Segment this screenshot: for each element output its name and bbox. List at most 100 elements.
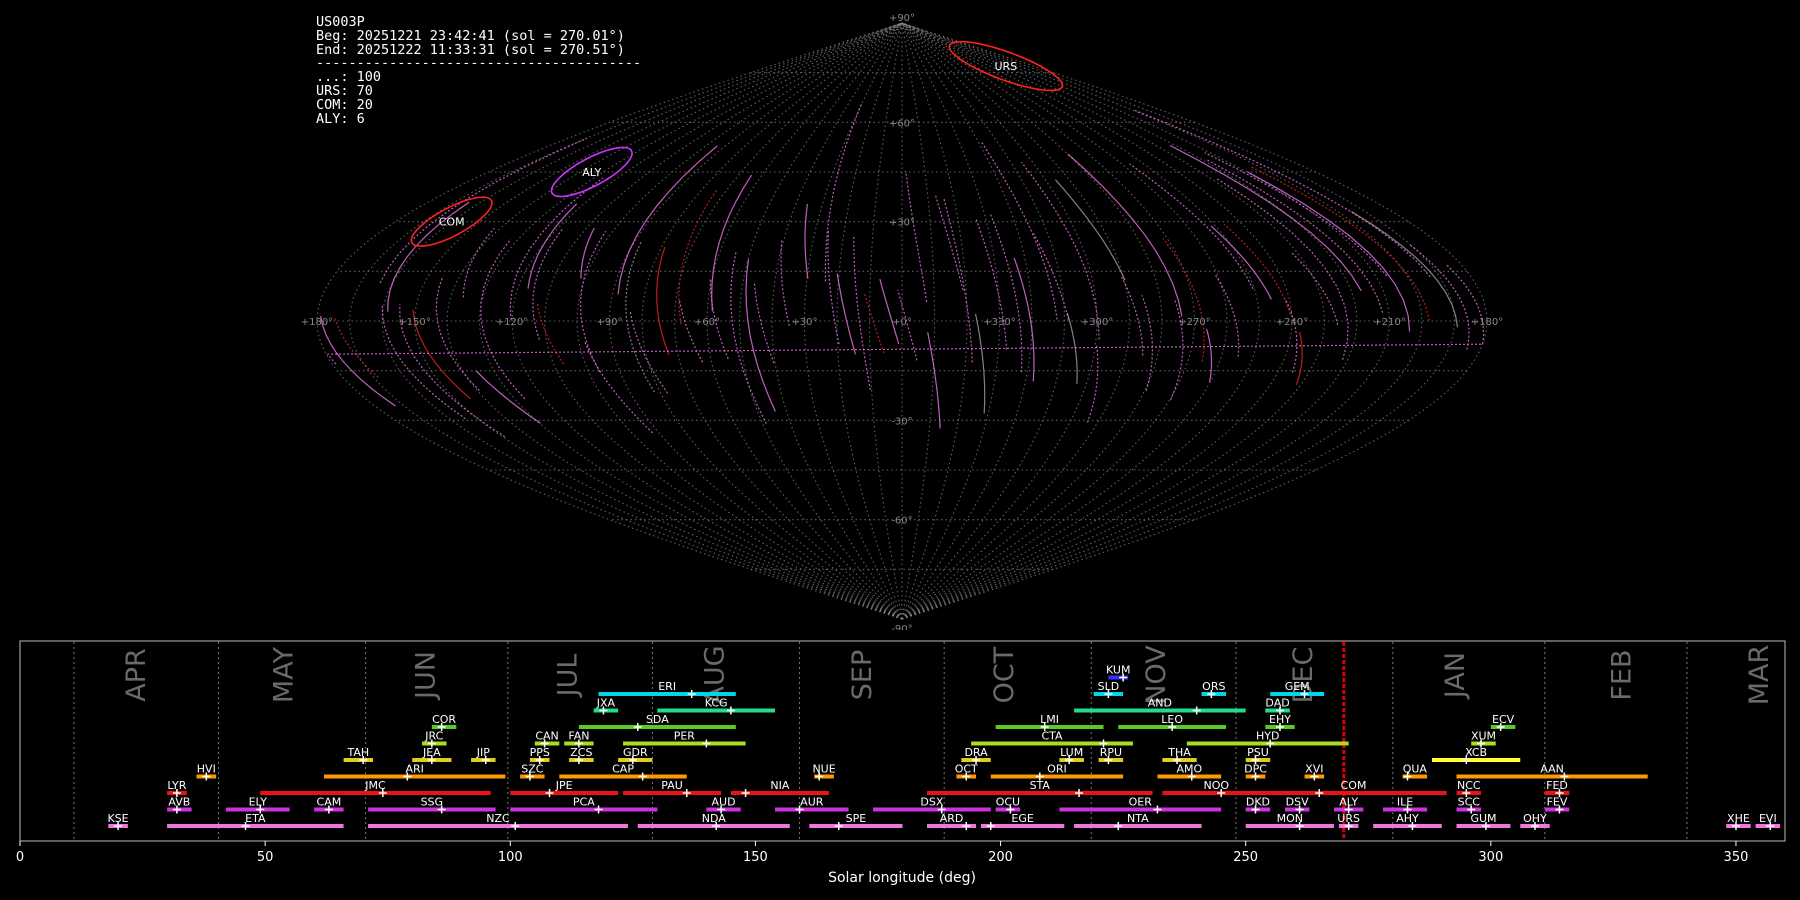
shower-label-ssg: SSG bbox=[421, 796, 444, 809]
meteor-trail bbox=[1021, 161, 1100, 340]
shower-label-jxa: JXA bbox=[596, 697, 616, 710]
meteor-trail bbox=[836, 273, 856, 355]
latitude-label: -30° bbox=[891, 416, 912, 427]
shower-label-evi: EVI bbox=[1759, 812, 1777, 825]
shower-label-nia: NIA bbox=[770, 779, 789, 792]
shower-label-jrc: JRC bbox=[424, 730, 443, 743]
meteor-trail bbox=[629, 312, 669, 394]
latitude-label: +90° bbox=[889, 13, 915, 24]
meteor-trail bbox=[1132, 109, 1431, 278]
shower-label-dsx: DSX bbox=[920, 796, 943, 809]
shower-label-dsv: DSV bbox=[1286, 796, 1309, 809]
longitude-label: +150° bbox=[398, 317, 430, 328]
shower-label-cta: CTA bbox=[1041, 730, 1063, 743]
meteor-trail bbox=[625, 240, 655, 393]
longitude-label: +180° bbox=[301, 317, 333, 328]
x-tick-label: 200 bbox=[988, 850, 1013, 865]
shower-label-dra: DRA bbox=[964, 746, 988, 759]
shower-label-sda: SDA bbox=[646, 713, 669, 726]
shower-label-ege: EGE bbox=[1011, 812, 1033, 825]
meteor-trail bbox=[1210, 225, 1272, 300]
meteor-trail bbox=[1129, 163, 1254, 290]
shower-label-kcg: KCG bbox=[705, 697, 728, 710]
shower-label-aud: AUD bbox=[712, 796, 736, 809]
shower-label-ocu: OCU bbox=[996, 796, 1020, 809]
x-tick-label: 0 bbox=[16, 850, 24, 865]
shower-label-sld: SLD bbox=[1098, 680, 1120, 693]
radiant-label-aly: ALY bbox=[582, 166, 601, 179]
shower-label-ncc: NCC bbox=[1457, 779, 1481, 792]
shower-label-dkd: DKD bbox=[1246, 796, 1270, 809]
shower-label-cap: CAP bbox=[612, 763, 634, 776]
month-label-oct: OCT bbox=[989, 646, 1020, 703]
shower-label-jmc: JMC bbox=[364, 779, 386, 792]
shower-label-kse: KSE bbox=[107, 812, 128, 825]
shower-label-nda: NDA bbox=[702, 812, 727, 825]
observation-summary: US003P Beg: 20251221 23:42:41 (sol = 270… bbox=[316, 15, 641, 127]
shower-label-avb: AVB bbox=[168, 796, 190, 809]
meteor-trail bbox=[678, 300, 704, 363]
shower-label-pau: PAU bbox=[661, 779, 683, 792]
month-label-apr: APR bbox=[121, 648, 152, 702]
shower-label-tah: TAH bbox=[346, 746, 369, 759]
month-label-sep: SEP bbox=[847, 650, 878, 700]
x-axis-label: Solar longitude (deg) bbox=[828, 870, 976, 886]
meteor-trail bbox=[879, 278, 900, 345]
meteor-trail bbox=[824, 103, 863, 282]
meteor-trail bbox=[580, 227, 595, 279]
shower-label-gum: GUM bbox=[1470, 812, 1496, 825]
shower-label-eta: ETA bbox=[245, 812, 266, 825]
meteor-trail bbox=[475, 370, 541, 424]
shower-label-eri: ERI bbox=[658, 680, 676, 693]
meteor-trail bbox=[981, 142, 1058, 320]
x-tick-label: 50 bbox=[257, 850, 274, 865]
radiant-sky-map: URSALYCOM +90°+60°+30°-30°-60°-90°+180° +… bbox=[301, 13, 1503, 630]
meteor-trail bbox=[1351, 211, 1459, 328]
latitude-label: +60° bbox=[889, 118, 915, 129]
shower-label-fan: FAN bbox=[568, 730, 589, 743]
longitude-label: +90° bbox=[596, 317, 622, 328]
meteor-trail bbox=[745, 259, 776, 412]
shower-label-oct: OCT bbox=[955, 763, 978, 776]
shower-label-psu: PSU bbox=[1247, 746, 1269, 759]
meteor-trail bbox=[1033, 233, 1070, 320]
shower-label-jea: JEA bbox=[422, 746, 441, 759]
shower-label-ori: ORI bbox=[1047, 763, 1067, 776]
meteor-trail bbox=[1169, 144, 1362, 292]
shower-timeline-chart: APR MAY JUN JUL AUG SEP OCT NOV DEC JAN FEB MAR KUM… bbox=[16, 640, 1786, 886]
meteor-trail bbox=[334, 317, 379, 378]
meteor-trail bbox=[934, 194, 964, 290]
meteor-trail bbox=[326, 264, 1485, 365]
longitude-label: +270° bbox=[1178, 317, 1210, 328]
meteor-trail bbox=[804, 203, 809, 279]
shower-label-and: AND bbox=[1148, 697, 1172, 710]
meteor-trail bbox=[974, 313, 986, 414]
meteor-trail bbox=[656, 246, 670, 356]
shower-label-lyr: LYR bbox=[167, 779, 186, 792]
radiant-label-urs: URS bbox=[994, 60, 1017, 73]
shower-label-ard: ARD bbox=[940, 812, 964, 825]
shower-label-aur: AUR bbox=[800, 796, 824, 809]
shower-label-rpu: RPU bbox=[1100, 746, 1122, 759]
month-label-may: MAY bbox=[268, 646, 299, 703]
shower-label-nue: NUE bbox=[812, 763, 835, 776]
meteor-trail bbox=[583, 340, 654, 434]
month-label-feb: FEB bbox=[1607, 649, 1638, 700]
shower-label-ecv: ECV bbox=[1492, 713, 1515, 726]
shower-label-ari: ARI bbox=[405, 763, 423, 776]
count-aly: ALY: 6 bbox=[316, 110, 365, 127]
meteor-trail bbox=[1223, 223, 1291, 315]
meteor-trail bbox=[1067, 153, 1183, 317]
shower-label-ors: ORS bbox=[1202, 680, 1225, 693]
meteor-trail bbox=[780, 238, 790, 326]
shower-label-scc: SCC bbox=[1458, 796, 1481, 809]
shower-label-lum: LUM bbox=[1060, 746, 1083, 759]
shower-label-pps: PPS bbox=[530, 746, 550, 759]
meteor-trail bbox=[853, 236, 871, 390]
longitude-label: +30° bbox=[791, 317, 817, 328]
shower-label-spe: SPE bbox=[846, 812, 867, 825]
x-tick-label: 300 bbox=[1478, 850, 1503, 865]
shower-label-oer: OER bbox=[1129, 796, 1153, 809]
shower-label-xum: XUM bbox=[1471, 730, 1496, 743]
meteor-trail bbox=[1120, 275, 1144, 356]
